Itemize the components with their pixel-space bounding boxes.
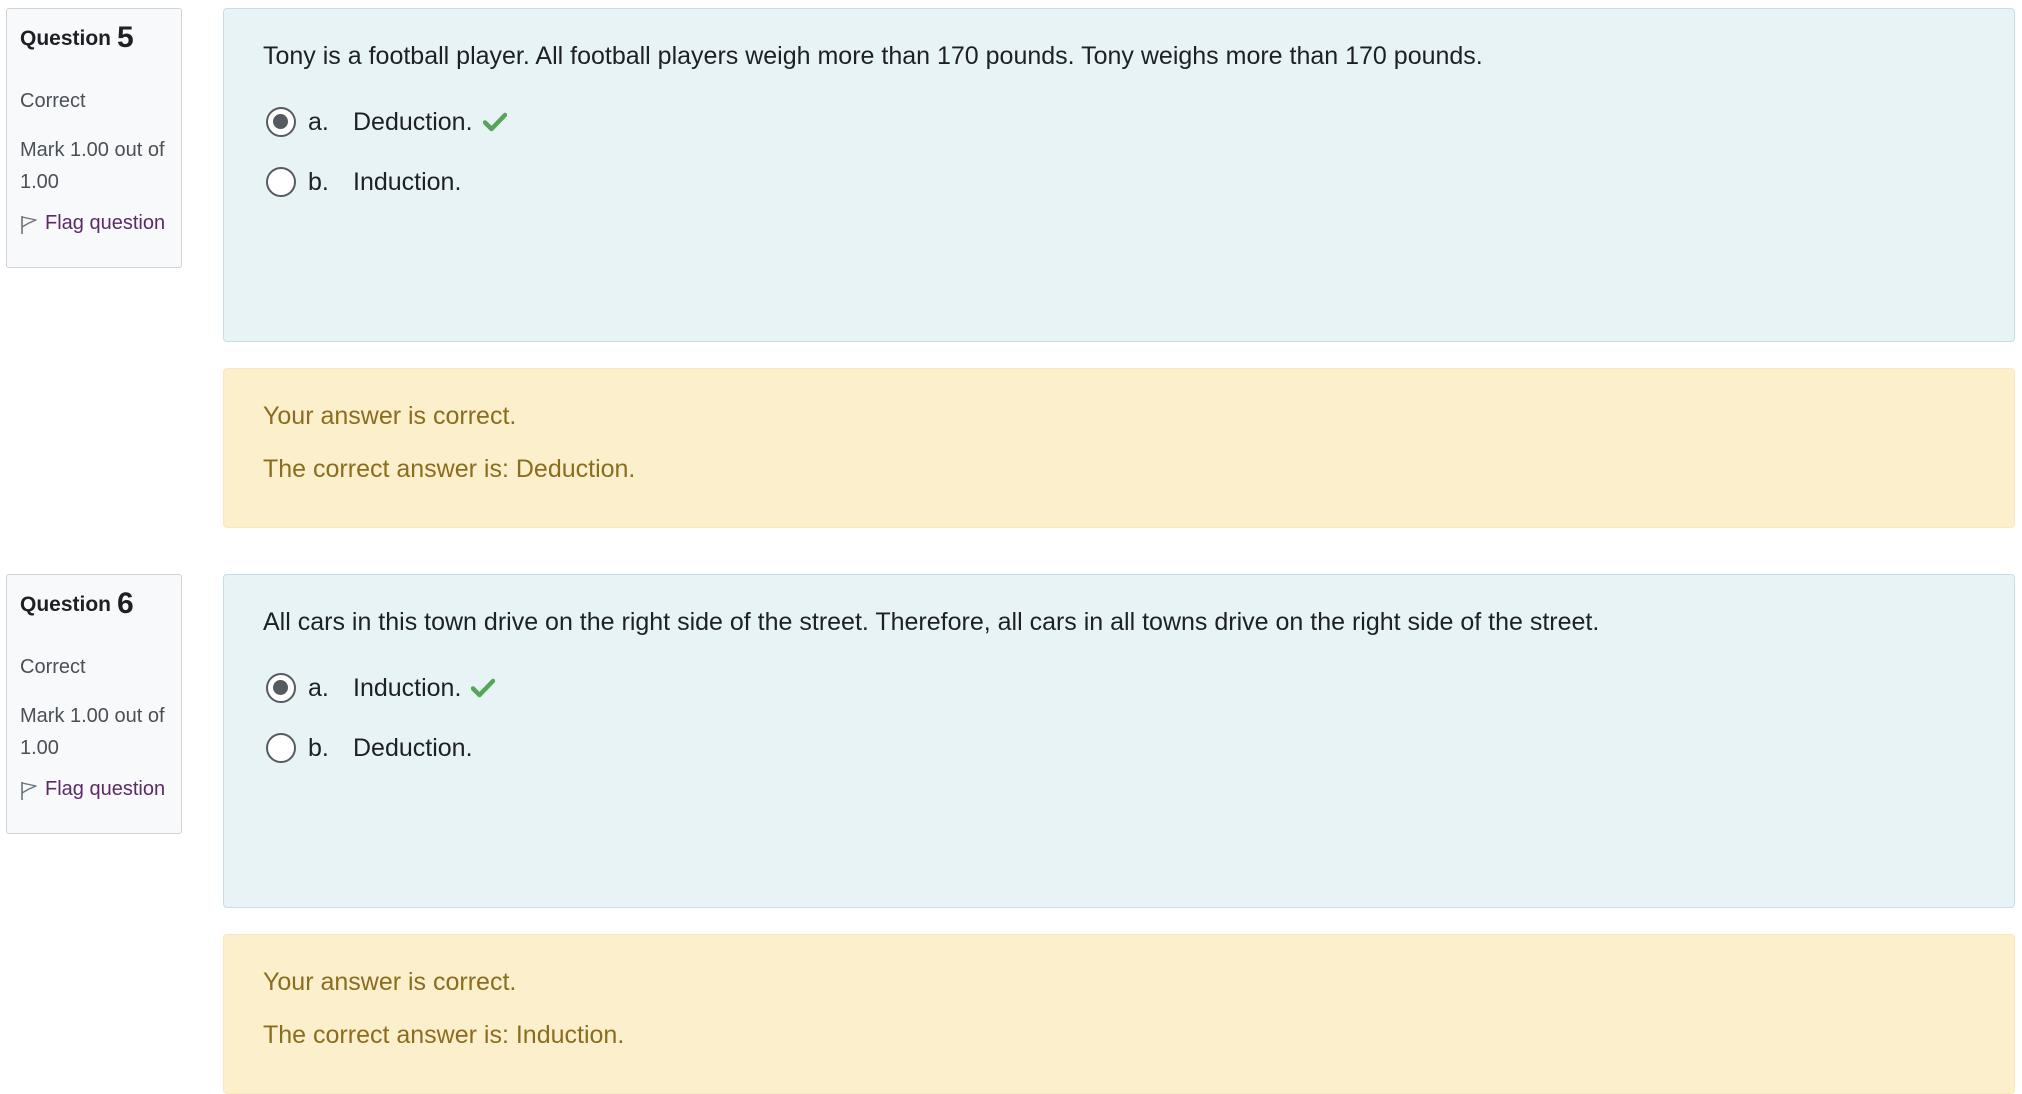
question-label: Question [20, 593, 112, 616]
feedback-status: Your answer is correct. [263, 402, 517, 430]
flag-question-label: Flag question [45, 212, 166, 234]
answer-radio[interactable] [266, 167, 296, 197]
answer-letter: b. [308, 167, 329, 196]
flag-question-label: Flag question [45, 778, 166, 800]
question-grade: Mark 1.00 out of 1.00 [20, 139, 165, 193]
answer-text: Deduction. [353, 107, 473, 136]
answer-letter: a. [308, 673, 329, 702]
question-info-panel: Question 5 Correct Mark 1.00 out of 1.00 … [6, 8, 182, 268]
question-text: Tony is a football player. All football … [263, 42, 1483, 70]
question-feedback: Your answer is correct. The correct answ… [223, 368, 2015, 528]
answer-option-b[interactable]: b. Deduction. [263, 728, 2014, 768]
feedback-right-answer: The correct answer is: Induction. [263, 1021, 625, 1049]
answer-text: Induction. [353, 167, 462, 196]
check-icon [482, 112, 507, 132]
question-number-value: 6 [117, 587, 134, 620]
check-icon [471, 678, 496, 698]
feedback-right-answer: The correct answer is: Deduction. [263, 455, 636, 483]
flag-question-link[interactable]: Flag question [20, 210, 181, 236]
answer-radio[interactable] [266, 733, 296, 763]
feedback-status: Your answer is correct. [263, 968, 517, 996]
question-grade: Mark 1.00 out of 1.00 [20, 705, 165, 759]
question-formulation: All cars in this town drive on the right… [223, 574, 2015, 908]
question-number: Question 6 [20, 589, 181, 620]
answer-letter: a. [308, 107, 329, 136]
answer-radio[interactable] [266, 107, 296, 137]
flag-icon [21, 782, 37, 800]
question-state: Correct [20, 656, 86, 678]
answer-option-b[interactable]: b. Induction. [263, 162, 2014, 202]
answer-radio[interactable] [266, 673, 296, 703]
flag-icon [21, 216, 37, 234]
question-number-value: 5 [117, 21, 134, 54]
question-number: Question 5 [20, 23, 181, 54]
question-label: Question [20, 27, 112, 50]
answer-text: Induction. [353, 673, 462, 702]
answer-option-a[interactable]: a. Deduction. [263, 102, 2014, 142]
question-formulation: Tony is a football player. All football … [223, 8, 2015, 342]
answer-text: Deduction. [353, 733, 473, 762]
question-info-panel: Question 6 Correct Mark 1.00 out of 1.00 … [6, 574, 182, 834]
flag-question-link[interactable]: Flag question [20, 776, 181, 802]
question-state: Correct [20, 90, 86, 112]
answer-letter: b. [308, 733, 329, 762]
question-feedback: Your answer is correct. The correct answ… [223, 934, 2015, 1094]
answer-option-a[interactable]: a. Induction. [263, 668, 2014, 708]
question-text: All cars in this town drive on the right… [263, 608, 1600, 636]
